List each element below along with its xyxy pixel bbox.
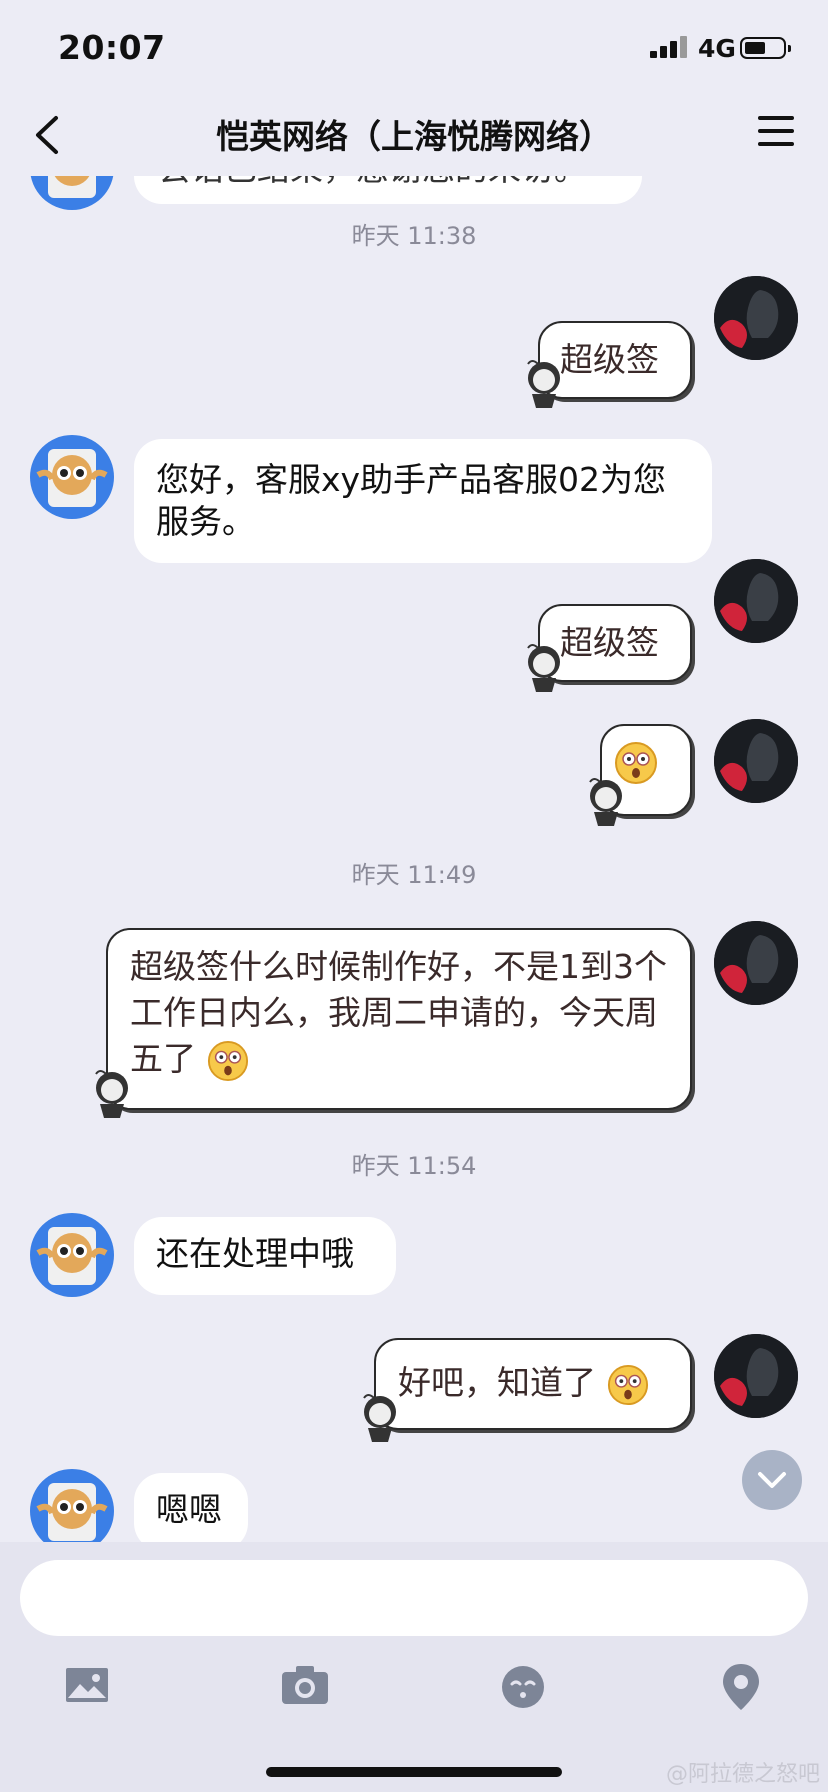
back-icon[interactable] <box>28 110 68 160</box>
status-time: 20:07 <box>58 28 166 67</box>
message-text: 会话已结束，感谢您的来访。 <box>158 176 587 188</box>
astonished-emoji-icon <box>207 1040 248 1081</box>
mascot-icon <box>95 1070 128 1118</box>
status-bar: 20:07 4G <box>0 0 828 100</box>
message-text: 嗯嗯 <box>156 1490 222 1529</box>
mascot-icon <box>527 360 560 408</box>
chat-area[interactable]: 会话已结束，感谢您的来访。 昨天 11:38 超级签 您好，客服xy助手产品客服… <box>0 176 828 1542</box>
timestamp: 昨天 11:49 <box>351 861 477 889</box>
input-toolbar: @阿拉德之怒吧 <box>0 1542 828 1792</box>
bot-avatar-icon[interactable] <box>30 176 114 210</box>
message-bubble: 还在处理中哦 <box>134 1217 396 1295</box>
message-text: 超级签 <box>560 340 659 379</box>
camera-icon[interactable] <box>270 1652 340 1722</box>
location-icon[interactable] <box>706 1652 776 1722</box>
message-text: 还在处理中哦 <box>156 1234 354 1273</box>
image-icon[interactable] <box>52 1652 122 1722</box>
signal-icon <box>650 36 690 58</box>
message-input[interactable] <box>20 1560 808 1636</box>
bot-avatar-icon[interactable] <box>30 1469 114 1542</box>
user-avatar-icon[interactable] <box>714 921 798 1005</box>
bot-avatar-icon[interactable] <box>30 435 114 519</box>
timestamp: 昨天 11:38 <box>351 222 477 250</box>
user-avatar-icon[interactable] <box>714 1334 798 1418</box>
battery-icon <box>740 37 791 59</box>
nav-bar: 恺英网络（上海悦腾网络） <box>0 100 828 176</box>
user-avatar-icon[interactable] <box>714 559 798 643</box>
astonished-emoji-icon <box>607 1364 648 1405</box>
bot-avatar-icon[interactable] <box>30 1213 114 1297</box>
user-avatar-icon[interactable] <box>714 719 798 803</box>
home-indicator <box>266 1767 562 1777</box>
message-text: 您好，客服xy助手产品客服02为您服务。 <box>156 460 667 541</box>
menu-icon[interactable] <box>758 114 798 150</box>
network-type: 4G <box>698 34 736 63</box>
mascot-icon <box>527 644 560 692</box>
watermark: @阿拉德之怒吧 <box>665 1762 820 1787</box>
page-title: 恺英网络（上海悦腾网络） <box>216 117 612 156</box>
user-avatar-icon[interactable] <box>714 276 798 360</box>
message-bubble: 您好，客服xy助手产品客服02为您服务。 <box>134 439 712 563</box>
scroll-to-bottom-button[interactable] <box>742 1450 802 1510</box>
mascot-icon <box>363 1394 396 1442</box>
message-bubble: 好吧，知道了 <box>374 1338 692 1430</box>
emoji-icon[interactable] <box>488 1652 558 1722</box>
message-text: 好吧，知道了 <box>398 1363 596 1402</box>
message-bubble: 超级签什么时候制作好，不是1到3个工作日内么，我周二申请的，今天周五了 <box>106 928 692 1110</box>
timestamp: 昨天 11:54 <box>351 1152 477 1180</box>
message-bubble: 嗯嗯 <box>134 1473 248 1542</box>
message-bubble: 会话已结束，感谢您的来访。 <box>134 176 642 204</box>
mascot-icon <box>589 778 622 826</box>
message-text: 超级签 <box>560 623 659 662</box>
chevron-down-icon <box>758 1472 786 1488</box>
